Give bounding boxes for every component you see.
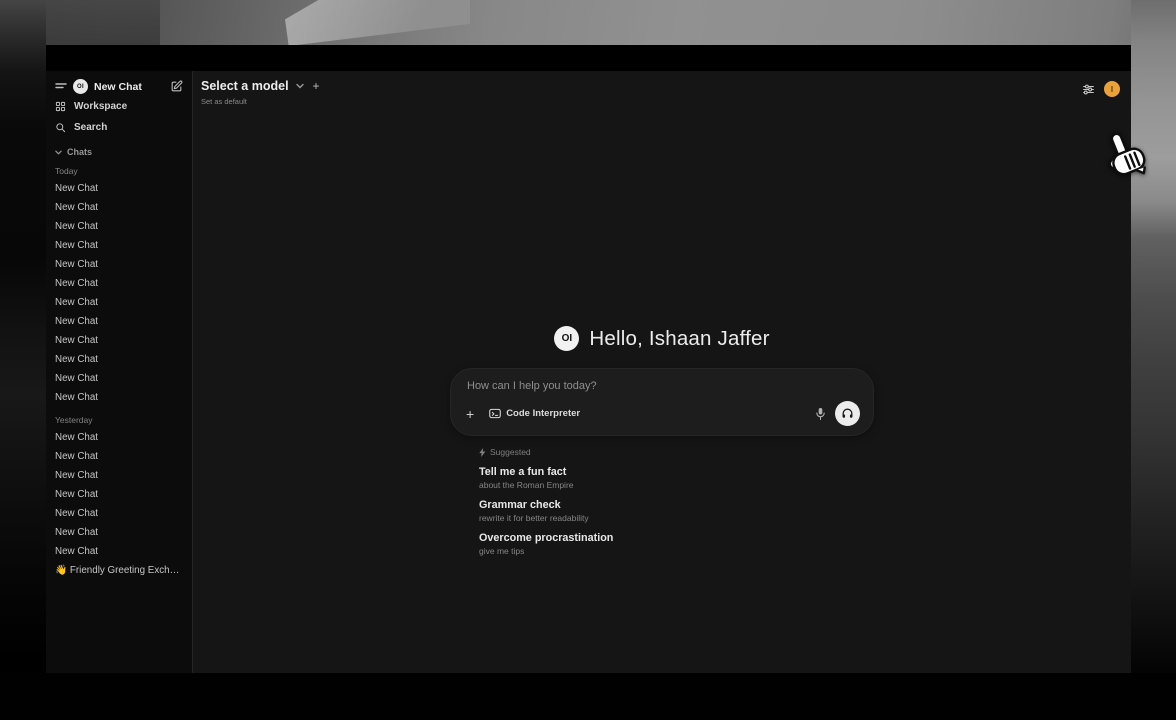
sidebar-toggle-icon[interactable] xyxy=(55,82,67,92)
chat-list-item[interactable]: New Chat xyxy=(46,217,192,236)
suggested-header: Suggested xyxy=(479,447,874,457)
desktop-background-bottom xyxy=(0,673,1176,720)
suggestion-subtitle: about the Roman Empire xyxy=(479,480,874,490)
attach-button[interactable]: + xyxy=(464,408,476,420)
chat-list-item[interactable]: New Chat xyxy=(46,504,192,523)
message-composer[interactable]: How can I help you today? + Code Interpr… xyxy=(450,368,874,436)
sidebar: OI New Chat Workspace Searc xyxy=(46,71,193,673)
suggested-label: Suggested xyxy=(490,447,531,457)
suggestion-item[interactable]: Tell me a fun fact about the Roman Empire xyxy=(479,466,874,490)
search-label: Search xyxy=(74,122,107,133)
voice-call-button[interactable] xyxy=(835,401,860,426)
code-interpreter-icon xyxy=(489,408,501,419)
workspace-grid-icon xyxy=(55,101,66,112)
app-logo: OI xyxy=(554,326,579,351)
chat-list-item[interactable]: New Chat xyxy=(46,331,192,350)
headphones-icon xyxy=(841,407,854,420)
sidebar-header: OI New Chat xyxy=(46,71,192,96)
chat-list-item[interactable]: New Chat xyxy=(46,447,192,466)
sidebar-title: New Chat xyxy=(94,81,164,93)
chat-list-item[interactable]: 👋 Friendly Greeting Exchange xyxy=(46,561,192,580)
main-header: Select a model + Set as default I xyxy=(193,71,1131,106)
bolt-icon xyxy=(479,448,486,457)
code-interpreter-toggle[interactable]: Code Interpreter xyxy=(485,406,584,421)
chat-list-item[interactable]: New Chat xyxy=(46,523,192,542)
microphone-icon[interactable] xyxy=(815,407,826,421)
controls-sliders-icon[interactable] xyxy=(1082,83,1095,96)
window-titlebar xyxy=(46,45,1131,71)
search-icon xyxy=(55,122,66,133)
workspace-label: Workspace xyxy=(74,101,127,112)
chat-list-item[interactable]: New Chat xyxy=(46,542,192,561)
chat-list-item[interactable]: New Chat xyxy=(46,274,192,293)
desktop-background-left xyxy=(0,0,46,720)
suggestion-item[interactable]: Grammar check rewrite it for better reada… xyxy=(479,499,874,523)
chat-list: TodayNew ChatNew ChatNew ChatNew ChatNew… xyxy=(46,158,192,673)
suggestion-list: Tell me a fun fact about the Roman Empire… xyxy=(479,466,874,556)
user-avatar[interactable]: I xyxy=(1104,81,1120,97)
app-logo: OI xyxy=(73,79,88,94)
greeting: OI Hello, Ishaan Jaffer xyxy=(450,326,874,351)
sidebar-item-workspace[interactable]: Workspace xyxy=(46,96,192,117)
suggestion-subtitle: give me tips xyxy=(479,546,874,556)
chat-group-label: Yesterday xyxy=(46,407,192,428)
chevron-down-icon xyxy=(296,83,304,89)
chat-list-item[interactable]: New Chat xyxy=(46,255,192,274)
chat-list-item[interactable]: New Chat xyxy=(46,236,192,255)
chats-section-label: Chats xyxy=(67,147,92,157)
suggestion-subtitle: rewrite it for better readability xyxy=(479,513,874,523)
chat-list-item[interactable]: New Chat xyxy=(46,466,192,485)
app-window: OI New Chat Workspace Searc xyxy=(46,45,1131,673)
desktop-background-top xyxy=(0,0,1176,46)
suggestion-title: Overcome procrastination xyxy=(479,532,874,544)
home-content: OI Hello, Ishaan Jaffer How can I help y… xyxy=(450,326,874,556)
chat-group-label: Today xyxy=(46,158,192,179)
suggested-section: Suggested Tell me a fun fact about the Ro… xyxy=(450,447,874,556)
suggestion-title: Tell me a fun fact xyxy=(479,466,874,478)
desktop-background-right xyxy=(1131,0,1176,720)
greeting-text: Hello, Ishaan Jaffer xyxy=(589,327,769,351)
chat-list-item[interactable]: New Chat xyxy=(46,428,192,447)
new-chat-icon[interactable] xyxy=(170,80,183,93)
chat-list-item[interactable]: New Chat xyxy=(46,350,192,369)
sidebar-item-search[interactable]: Search xyxy=(46,117,192,138)
chevron-down-icon xyxy=(55,150,62,155)
suggestion-title: Grammar check xyxy=(479,499,874,511)
desktop: OI New Chat Workspace Searc xyxy=(0,0,1176,720)
chat-list-item[interactable]: New Chat xyxy=(46,312,192,331)
chat-list-item[interactable]: New Chat xyxy=(46,388,192,407)
suggestion-item[interactable]: Overcome procrastination give me tips xyxy=(479,532,874,556)
message-input[interactable]: How can I help you today? xyxy=(464,380,860,392)
chat-list-item[interactable]: New Chat xyxy=(46,485,192,504)
chat-list-item[interactable]: New Chat xyxy=(46,293,192,312)
chat-list-item[interactable]: New Chat xyxy=(46,198,192,217)
set-as-default-button[interactable]: Set as default xyxy=(201,97,322,106)
chats-section-toggle[interactable]: Chats xyxy=(46,138,192,158)
chat-list-item[interactable]: New Chat xyxy=(46,369,192,388)
add-model-button[interactable]: + xyxy=(311,81,322,91)
model-selector[interactable]: Select a model + xyxy=(201,79,322,93)
model-selector-label: Select a model xyxy=(201,79,289,93)
main-panel: Select a model + Set as default I xyxy=(193,71,1131,673)
code-interpreter-label: Code Interpreter xyxy=(506,408,580,419)
chat-list-item[interactable]: New Chat xyxy=(46,179,192,198)
